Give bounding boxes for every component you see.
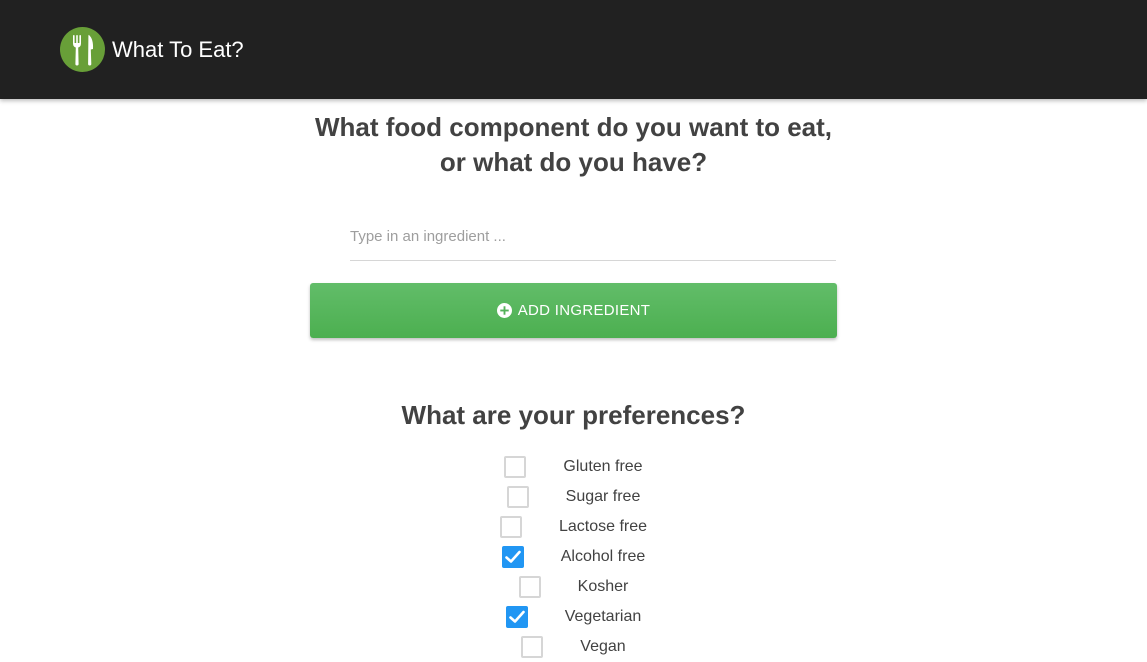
preference-checkbox[interactable] <box>504 456 527 478</box>
brand[interactable]: What To Eat? <box>60 27 244 72</box>
preference-checkbox[interactable] <box>521 636 544 658</box>
preference-label: Vegan <box>580 638 626 655</box>
top-navbar: What To Eat? <box>0 0 1147 99</box>
preferences-heading: What are your preferences? <box>401 400 746 430</box>
app-title: What To Eat? <box>112 37 244 62</box>
preference-label: Lactose free <box>558 518 648 535</box>
preference-item[interactable]: Lactose free <box>499 512 648 542</box>
preference-label: Gluten free <box>563 458 643 475</box>
preference-checkbox[interactable] <box>506 486 529 508</box>
preference-checkbox[interactable] <box>505 606 528 628</box>
ingredient-input[interactable] <box>350 212 836 261</box>
preference-label: Sugar free <box>565 488 641 505</box>
plus-circle-icon <box>496 303 512 318</box>
checkmark-icon <box>508 610 525 623</box>
main-content: What food component do you want to eat, … <box>0 99 1147 658</box>
preference-item[interactable]: Vegetarian <box>505 602 642 632</box>
preference-item[interactable]: Kosher <box>518 572 629 602</box>
preference-item[interactable]: Gluten free <box>504 452 643 482</box>
checkmark-icon <box>504 550 521 563</box>
preference-item[interactable]: Alcohol free <box>501 542 646 572</box>
preference-checkbox[interactable] <box>499 516 522 538</box>
preference-checkbox[interactable] <box>518 576 541 598</box>
preference-label: Kosher <box>577 578 629 595</box>
preference-label: Vegetarian <box>564 608 642 625</box>
ingredient-question-heading: What food component do you want to eat, … <box>314 112 833 177</box>
preference-item[interactable]: Sugar free <box>506 482 641 512</box>
preference-checkbox[interactable] <box>501 546 524 568</box>
add-ingredient-label: ADD INGREDIENT <box>517 302 651 319</box>
add-ingredient-button[interactable]: ADD INGREDIENT <box>310 283 837 338</box>
preference-item[interactable]: Vegan <box>521 632 626 662</box>
fork-knife-icon <box>60 27 105 72</box>
preference-label: Alcohol free <box>560 548 646 565</box>
